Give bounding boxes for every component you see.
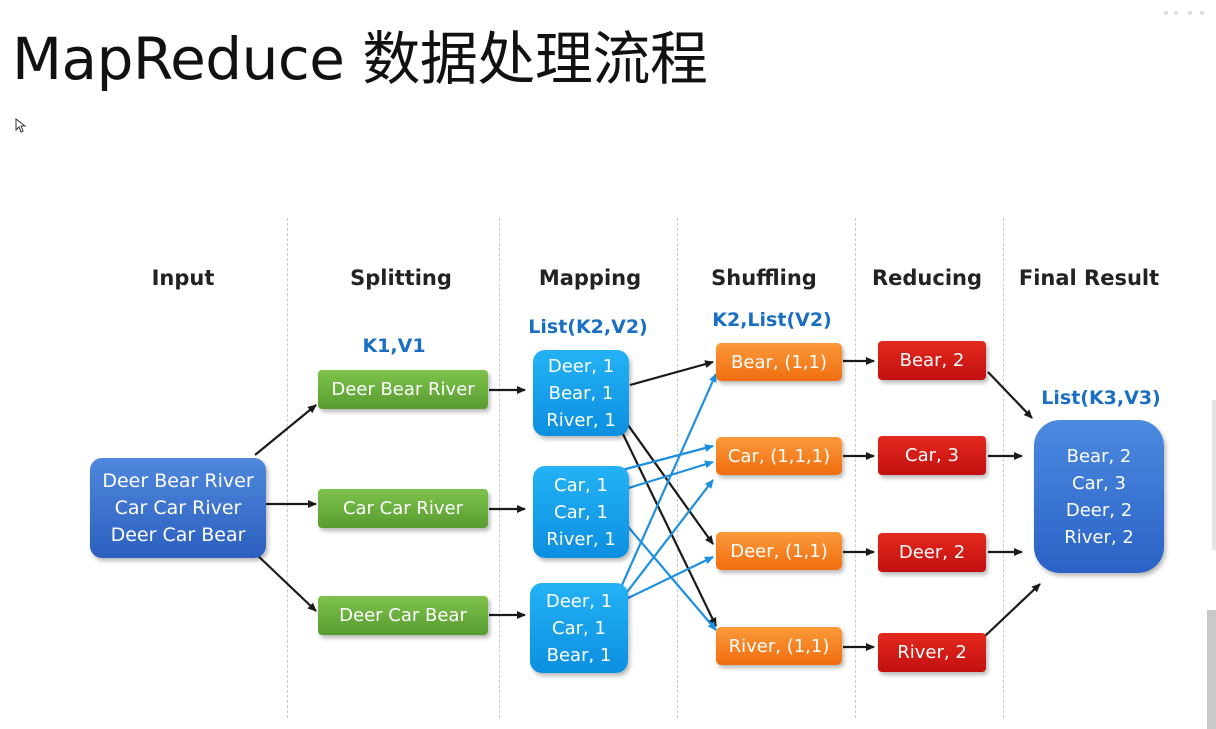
shuffle-text: River, (1,1) bbox=[728, 635, 830, 657]
map-box: Deer, 1 Car, 1 Bear, 1 bbox=[530, 583, 628, 673]
reduce-box: River, 2 bbox=[878, 633, 986, 672]
reduce-text: Deer, 2 bbox=[898, 542, 966, 563]
arrow-input-split1 bbox=[254, 404, 317, 456]
input-line: Deer Bear River bbox=[102, 469, 254, 492]
split-text: Deer Bear River bbox=[331, 379, 475, 400]
final-pair: Car, 3 bbox=[1072, 472, 1126, 494]
map-pair: Car, 1 bbox=[554, 501, 608, 523]
shuffle-text: Deer, (1,1) bbox=[730, 540, 828, 562]
reduce-text: Car, 3 bbox=[905, 445, 959, 466]
split-box: Deer Bear River bbox=[318, 370, 488, 409]
mapreduce-diagram: Input Splitting Mapping Shuffling Reduci… bbox=[0, 0, 1216, 729]
final-pair: Bear, 2 bbox=[1066, 445, 1132, 467]
map-pair: Car, 1 bbox=[554, 474, 608, 496]
split-text: Car Car River bbox=[342, 498, 464, 519]
arrow-map1-bear bbox=[629, 360, 714, 387]
shuffle-box: Deer, (1,1) bbox=[716, 532, 842, 570]
shuffle-text: Car, (1,1,1) bbox=[727, 445, 831, 467]
input-line: Car Car River bbox=[114, 496, 242, 519]
final-pair: River, 2 bbox=[1064, 526, 1134, 548]
arrow-map3-bear bbox=[620, 373, 718, 586]
map-pair: Bear, 1 bbox=[546, 644, 612, 666]
input-line: Deer Car Bear bbox=[110, 523, 246, 546]
arrow-reduce1-final bbox=[987, 371, 1033, 419]
reduce-box: Car, 3 bbox=[878, 436, 986, 475]
final-result-box: Bear, 2 Car, 3 Deer, 2 River, 2 bbox=[1034, 420, 1164, 573]
map-pair: Deer, 1 bbox=[545, 590, 613, 612]
shuffle-box: Car, (1,1,1) bbox=[716, 437, 842, 475]
reduce-box: Deer, 2 bbox=[878, 533, 986, 572]
map-pair: Car, 1 bbox=[552, 617, 606, 639]
final-pair: Deer, 2 bbox=[1065, 499, 1133, 521]
reduce-box: Bear, 2 bbox=[878, 341, 986, 380]
split-box: Deer Car Bear bbox=[318, 596, 488, 635]
reduce-text: Bear, 2 bbox=[899, 350, 965, 371]
map-box: Deer, 1 Bear, 1 River, 1 bbox=[533, 350, 629, 436]
map-pair: Bear, 1 bbox=[548, 382, 614, 404]
arrow-map2-river bbox=[623, 521, 717, 631]
input-box: Deer Bear River Car Car River Deer Car B… bbox=[90, 458, 266, 558]
split-text: Deer Car Bear bbox=[339, 605, 467, 626]
map-pair: River, 1 bbox=[546, 409, 616, 431]
map-box: Car, 1 Car, 1 River, 1 bbox=[533, 466, 629, 558]
arrow-reduce4-final bbox=[984, 583, 1041, 637]
shuffle-text: Bear, (1,1) bbox=[731, 351, 827, 373]
reduce-text: River, 2 bbox=[897, 642, 967, 663]
shuffle-box: River, (1,1) bbox=[716, 627, 842, 665]
shuffle-box: Bear, (1,1) bbox=[716, 343, 842, 381]
split-box: Car Car River bbox=[318, 489, 488, 528]
map-pair: River, 1 bbox=[546, 528, 616, 550]
map-pair: Deer, 1 bbox=[547, 355, 615, 377]
arrow-input-split3 bbox=[254, 552, 317, 612]
